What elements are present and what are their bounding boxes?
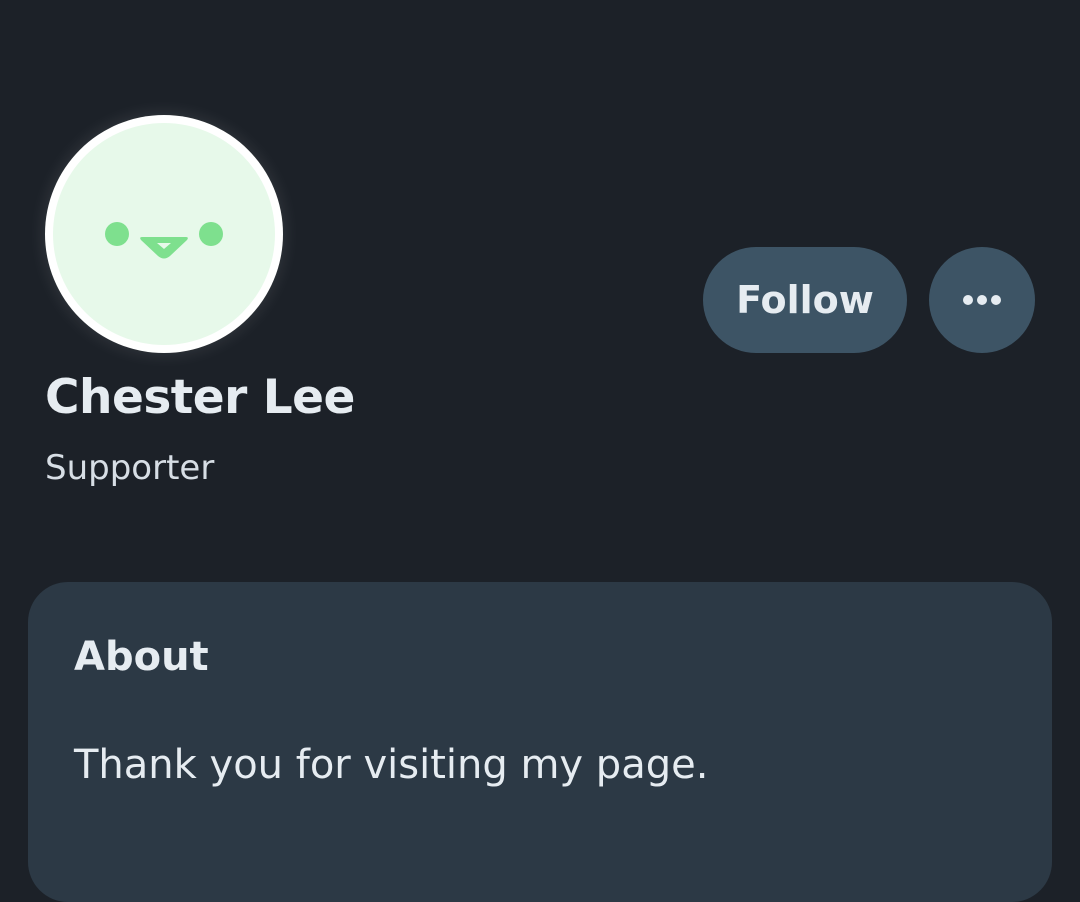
avatar[interactable] (45, 115, 283, 353)
profile-name: Chester Lee (45, 370, 355, 425)
profile-role: Supporter (45, 448, 215, 488)
about-text: Thank you for visiting my page. (74, 742, 709, 788)
more-horizontal-icon (963, 295, 1001, 305)
about-card: About Thank you for visiting my page. (28, 582, 1052, 902)
profile-actions: Follow (703, 247, 1035, 353)
avatar-face (53, 123, 275, 345)
smiley-face-icon (105, 222, 223, 259)
follow-button[interactable]: Follow (703, 247, 907, 353)
about-title: About (74, 634, 209, 680)
more-options-button[interactable] (929, 247, 1035, 353)
